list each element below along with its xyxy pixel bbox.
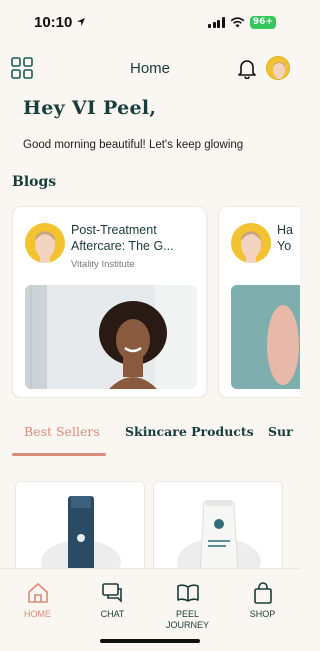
product-image xyxy=(177,500,261,570)
blog-carousel[interactable]: Post-Treatment Aftercare: The G... Vital… xyxy=(12,206,300,398)
nav-shop[interactable]: SHOP xyxy=(228,581,298,651)
blog-thumbnail-image xyxy=(231,285,300,389)
location-arrow-icon xyxy=(77,18,86,26)
nav-shop-label: SHOP xyxy=(249,609,276,619)
nav-peel-journey-label: PEEL JOURNEY xyxy=(165,609,209,630)
product-card[interactable] xyxy=(153,481,283,571)
product-image xyxy=(41,496,121,570)
greeting-title: Hey VI Peel, xyxy=(23,97,157,119)
product-tabs: Best Sellers Skincare Products Sur xyxy=(0,424,300,458)
tab-skincare-products[interactable]: Skincare Products xyxy=(125,424,254,439)
bag-icon xyxy=(253,582,272,604)
cellular-signal-icon xyxy=(208,16,225,28)
greeting-subtitle: Good morning beautiful! Let's keep glowi… xyxy=(23,139,244,151)
grid-menu-icon[interactable] xyxy=(11,57,33,79)
blogs-section-title: Blogs xyxy=(12,174,57,190)
blog-title[interactable]: Ha Yo xyxy=(277,222,300,254)
blog-thumbnail-image xyxy=(25,285,197,389)
blog-source: Vitality Institute xyxy=(71,259,135,270)
product-card[interactable] xyxy=(15,481,145,571)
status-bar: 10:10 96+ xyxy=(0,0,300,44)
wifi-icon xyxy=(230,16,245,27)
home-icon xyxy=(27,583,48,603)
top-nav: Home xyxy=(0,52,300,84)
blog-title-text: Post-Treatment Aftercare: The G... xyxy=(71,223,174,253)
battery-indicator: 96+ xyxy=(249,15,276,29)
status-time: 10:10 xyxy=(34,14,86,31)
home-indicator[interactable] xyxy=(100,639,200,643)
status-indicators: 96+ xyxy=(208,15,276,29)
blog-title[interactable]: Post-Treatment Aftercare: The G... xyxy=(71,222,201,254)
nav-home-label: HOME xyxy=(24,609,51,619)
book-icon xyxy=(176,584,199,602)
tab-sur[interactable]: Sur xyxy=(268,424,293,439)
profile-avatar[interactable] xyxy=(266,56,290,80)
nav-chat-label: CHAT xyxy=(100,609,125,619)
tab-best-sellers[interactable]: Best Sellers xyxy=(24,424,100,439)
notification-bell-icon[interactable] xyxy=(236,57,258,79)
blog-author-avatar xyxy=(231,223,271,263)
chat-icon xyxy=(101,583,122,603)
blog-title-text: Ha Yo xyxy=(277,223,293,253)
blog-card[interactable]: Post-Treatment Aftercare: The G... Vital… xyxy=(12,206,207,398)
blog-card[interactable]: Ha Yo xyxy=(218,206,300,398)
nav-home[interactable]: HOME xyxy=(3,581,73,651)
blog-author-avatar xyxy=(25,223,65,263)
clock: 10:10 xyxy=(34,13,73,31)
active-tab-indicator xyxy=(12,453,106,456)
